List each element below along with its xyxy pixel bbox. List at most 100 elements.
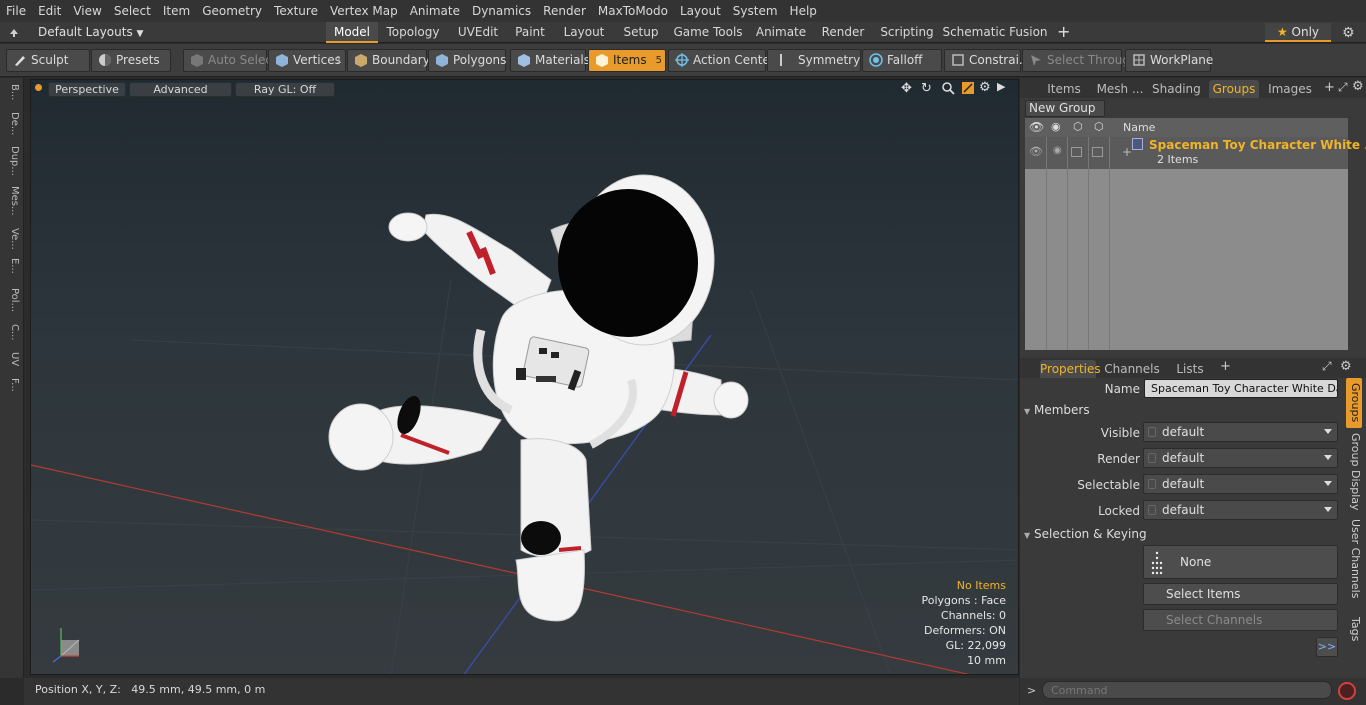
action-center-button[interactable]: Action Center	[668, 49, 775, 72]
vertices-button[interactable]: Vertices 1	[268, 49, 346, 72]
chevron-down-icon	[1324, 507, 1332, 512]
auto-select-label: Auto Select	[208, 53, 277, 67]
expand-plus-icon[interactable]: +	[1122, 145, 1132, 159]
render-toggle-icon[interactable]: ◉	[1053, 145, 1062, 156]
menu-maxtomodo[interactable]: MaxToModo	[592, 0, 674, 22]
left-strip-tab-8[interactable]: UV	[4, 352, 20, 366]
visible-dropdown[interactable]: default	[1143, 422, 1338, 442]
left-strip-tab-1[interactable]: De...	[4, 112, 20, 135]
menu-animate[interactable]: Animate	[404, 0, 466, 22]
menu-edit[interactable]: Edit	[32, 0, 67, 22]
sculpt-button[interactable]: Sculpt	[6, 49, 90, 72]
selection-keying-section-header[interactable]: ▼ Selection & Keying	[1024, 527, 1344, 543]
menu-layout[interactable]: Layout	[674, 0, 727, 22]
menu-file[interactable]: File	[0, 0, 32, 22]
panel-tab-items[interactable]: Items	[1044, 80, 1084, 98]
left-strip-tab-7[interactable]: C...	[4, 324, 20, 341]
properties-tab-lists[interactable]: Lists	[1170, 360, 1210, 378]
layout-tab-animate[interactable]: Animate	[751, 22, 811, 43]
materials-button[interactable]: Materials	[510, 49, 590, 72]
layout-tab-uvedit[interactable]: UVEdit	[449, 22, 507, 43]
panel-expand-icon[interactable]: ⤢	[1338, 80, 1348, 95]
add-properties-tab-icon[interactable]: +	[1220, 359, 1231, 374]
constraints-icon	[951, 53, 965, 67]
menu-item[interactable]: Item	[157, 0, 196, 22]
menu-vertex-map[interactable]: Vertex Map	[324, 0, 404, 22]
menu-dynamics[interactable]: Dynamics	[466, 0, 537, 22]
layout-tab-render[interactable]: Render	[814, 22, 872, 43]
menu-geometry[interactable]: Geometry	[196, 0, 268, 22]
lock-toggle-icon[interactable]	[1071, 147, 1082, 157]
select-through-button[interactable]: Select Through	[1022, 49, 1138, 72]
select-channels-button[interactable]: Select Channels	[1143, 609, 1338, 631]
panel-tab-groups[interactable]: Groups	[1209, 80, 1259, 98]
only-toggle[interactable]: ★ Only	[1265, 23, 1331, 42]
3d-viewport[interactable]: Perspective Advanced Ray GL: Off ✥ ↻ ⚙ ▶	[30, 79, 1019, 675]
layout-settings-gear-icon[interactable]: ⚙	[1342, 25, 1355, 41]
record-icon[interactable]	[1338, 682, 1356, 700]
left-strip-tab-5[interactable]: E...	[4, 258, 20, 274]
locked-dropdown[interactable]: default	[1143, 500, 1338, 520]
menu-texture[interactable]: Texture	[268, 0, 324, 22]
selectable-toggle-icon[interactable]	[1092, 147, 1103, 157]
group-row[interactable]: 👁 ◉ + Spaceman Toy Character White ... 2…	[1025, 137, 1366, 169]
layout-tab-layout[interactable]: Layout	[553, 22, 615, 43]
menu-view[interactable]: View	[67, 0, 107, 22]
side-tab-group-display[interactable]: Group Display	[1346, 432, 1362, 512]
layout-tab-scripting[interactable]: Scripting	[876, 22, 938, 43]
more-options-button[interactable]: >>	[1316, 637, 1338, 657]
menu-render[interactable]: Render	[537, 0, 592, 22]
members-section-header[interactable]: ▼ Members	[1024, 403, 1344, 419]
properties-expand-icon[interactable]: ⤢	[1322, 359, 1332, 374]
layout-tab-setup[interactable]: Setup	[617, 22, 665, 43]
symmetry-button[interactable]: Symmetry	[767, 49, 861, 72]
constraints-button[interactable]: Constrai...	[944, 49, 1030, 72]
command-input[interactable]	[1042, 681, 1332, 699]
auto-select-button[interactable]: Auto Select	[183, 49, 277, 72]
presets-button[interactable]: Presets	[91, 49, 171, 72]
render-dropdown[interactable]: default	[1143, 448, 1338, 468]
properties-gear-icon[interactable]: ⚙	[1340, 359, 1352, 374]
side-tab-groups[interactable]: Groups	[1346, 378, 1362, 428]
channel-state-icon	[1148, 427, 1156, 437]
menu-help[interactable]: Help	[784, 0, 823, 22]
side-tab-tags[interactable]: Tags	[1346, 606, 1362, 652]
falloff-button[interactable]: Falloff	[862, 49, 942, 72]
left-strip-tab-9[interactable]: F...	[4, 378, 20, 392]
selectable-dropdown[interactable]: default	[1143, 474, 1338, 494]
layout-tab-paint[interactable]: Paint	[509, 22, 551, 43]
properties-tab-properties[interactable]: Properties	[1040, 360, 1101, 378]
workplane-label: WorkPlane	[1150, 53, 1214, 67]
layout-tab-game-tools[interactable]: Game Tools	[668, 22, 748, 43]
materials-icon	[517, 53, 531, 67]
panel-tab-images[interactable]: Images	[1265, 80, 1315, 98]
select-items-button[interactable]: Select Items	[1143, 583, 1338, 605]
add-tab-icon[interactable]: +	[1324, 80, 1335, 95]
visible-toggle-icon[interactable]: 👁	[1029, 145, 1043, 158]
panel-tab-mesh[interactable]: Mesh ...	[1094, 80, 1146, 98]
layout-tab-model[interactable]: Model	[326, 22, 378, 43]
keying-none-button[interactable]: None	[1143, 545, 1338, 579]
menu-system[interactable]: System	[727, 0, 784, 22]
default-layouts-dropdown[interactable]: Default Layouts ▼	[38, 22, 143, 43]
left-strip-tab-4[interactable]: Ve...	[4, 228, 20, 250]
layout-tab-topology[interactable]: Topology	[380, 22, 446, 43]
new-group-button[interactable]: New Group	[1025, 100, 1105, 117]
items-button[interactable]: Items 5	[588, 49, 666, 72]
name-input[interactable]: Spaceman Toy Character White Danci	[1144, 379, 1338, 398]
boundary-button[interactable]: Boundary	[347, 49, 430, 72]
add-layout-tab-button[interactable]: +	[1057, 23, 1070, 41]
layout-tab-schematic-fusion[interactable]: Schematic Fusion	[942, 22, 1048, 43]
left-strip-tab-3[interactable]: Mes...	[4, 186, 20, 216]
menu-select[interactable]: Select	[108, 0, 157, 22]
workplane-button[interactable]: WorkPlane	[1125, 49, 1214, 72]
left-strip-tab-6[interactable]: Pol...	[4, 288, 20, 312]
panel-tab-shading[interactable]: Shading	[1152, 80, 1201, 98]
polygons-button[interactable]: Polygons	[428, 49, 506, 72]
properties-tab-channels[interactable]: Channels	[1104, 360, 1160, 378]
left-strip-tab-2[interactable]: Dup...	[4, 146, 20, 176]
layout-up-icon[interactable]	[9, 27, 19, 37]
side-tab-user-channels[interactable]: User Channels	[1346, 516, 1362, 602]
panel-gear-icon[interactable]: ⚙	[1352, 79, 1364, 94]
left-strip-tab-0[interactable]: B...	[4, 84, 20, 100]
